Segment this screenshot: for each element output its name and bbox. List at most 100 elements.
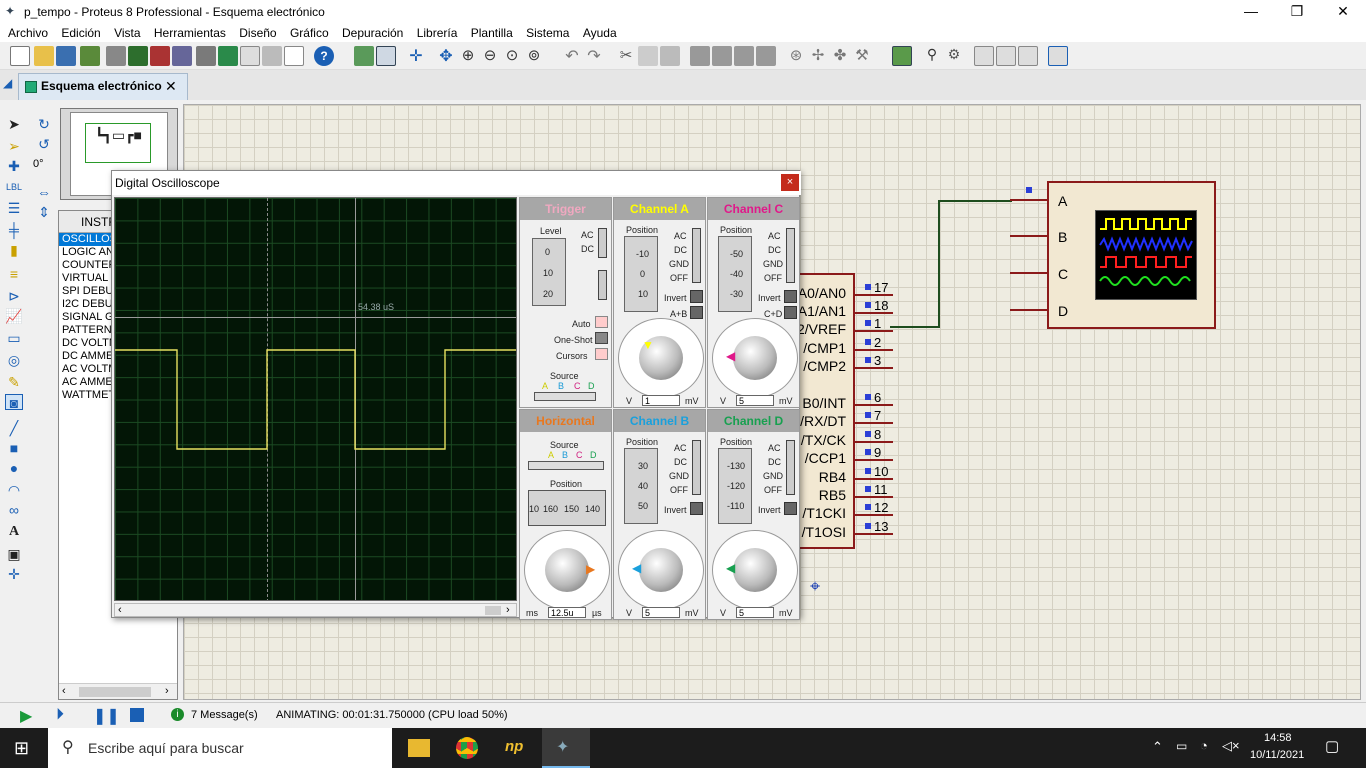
menu-sistema[interactable]: Sistema	[521, 24, 574, 42]
schematic-icon[interactable]	[106, 46, 126, 66]
decompose-icon[interactable]: ⚒	[852, 46, 872, 66]
channel-d-position-slider[interactable]: -130 -120 -110	[718, 448, 752, 524]
proteus-taskbar-icon[interactable]: ✦	[542, 728, 590, 768]
menu-ayuda[interactable]: Ayuda	[578, 24, 622, 42]
new-sheet-icon[interactable]	[974, 46, 994, 66]
close-window-button[interactable]: ✕	[1320, 0, 1366, 24]
block-copy-icon[interactable]	[690, 46, 710, 66]
redo-icon[interactable]: ↷	[584, 46, 604, 66]
minimize-button[interactable]: —	[1228, 0, 1274, 24]
invert-button[interactable]	[690, 502, 703, 515]
channel-c-position-slider[interactable]: -50 -40 -30	[718, 236, 752, 312]
new-file-icon[interactable]	[10, 46, 30, 66]
file-explorer-icon[interactable]	[408, 739, 430, 757]
volume-icon[interactable]: ◁×	[1222, 738, 1240, 754]
oscilloscope-component[interactable]	[1047, 181, 1216, 329]
channel-d-value[interactable]: 5	[736, 607, 774, 618]
clock-time[interactable]: 14:58	[1264, 732, 1292, 744]
3d-icon[interactable]	[172, 46, 192, 66]
source-slider[interactable]	[534, 392, 596, 401]
undo-icon[interactable]: ↶	[562, 46, 582, 66]
scroll-right-icon[interactable]: ›	[506, 604, 510, 616]
help-icon[interactable]: ?	[314, 46, 334, 66]
make-device-icon[interactable]: ✢	[808, 46, 828, 66]
pcb-icon[interactable]	[128, 46, 148, 66]
menu-vista[interactable]: Vista	[109, 24, 145, 42]
exit-parent-icon[interactable]	[1018, 46, 1038, 66]
channel-c-coupling-toggle[interactable]	[786, 228, 795, 283]
chevron-up-icon[interactable]: ⌃	[1152, 739, 1163, 755]
invert-button[interactable]	[784, 502, 797, 515]
rotate-ccw-icon[interactable]: ↺	[35, 136, 53, 152]
block-move-icon[interactable]	[712, 46, 732, 66]
channel-d-knob[interactable]	[733, 548, 777, 592]
symbol-icon[interactable]: ▣	[5, 546, 23, 562]
oneshot-button[interactable]	[595, 332, 608, 344]
open-folder-icon[interactable]	[34, 46, 54, 66]
document-icon[interactable]	[284, 46, 304, 66]
marker-icon[interactable]: ✛	[5, 566, 23, 582]
subcircuit-icon[interactable]: ▮	[5, 242, 23, 258]
messages-count[interactable]: 7 Message(s)	[191, 709, 258, 721]
menu-archivo[interactable]: Archivo	[3, 24, 53, 42]
scroll-thumb[interactable]	[485, 606, 501, 615]
probe-icon[interactable]: ✎	[5, 374, 23, 390]
channel-b-value[interactable]: 5	[642, 607, 680, 618]
channel-b-knob[interactable]	[639, 548, 683, 592]
zoom-out-icon[interactable]: ⊖	[480, 46, 500, 66]
import-icon[interactable]	[80, 46, 100, 66]
sum-button[interactable]	[784, 306, 797, 319]
grid-icon[interactable]	[376, 46, 396, 66]
scroll-left-icon[interactable]: ‹	[62, 685, 66, 697]
remove-sheet-icon[interactable]	[996, 46, 1016, 66]
menu-diseno[interactable]: Diseño	[234, 24, 281, 42]
pick-device-icon[interactable]: ⊛	[786, 46, 806, 66]
property-tool-icon[interactable]: ⚙	[944, 46, 964, 66]
battery-icon[interactable]: ▭	[1176, 739, 1187, 753]
restore-button[interactable]: ❐	[1274, 0, 1320, 24]
menu-edicion[interactable]: Edición	[56, 24, 105, 42]
dollar-icon[interactable]	[240, 46, 260, 66]
scroll-right-icon[interactable]: ›	[165, 685, 169, 697]
sum-button[interactable]	[690, 306, 703, 319]
channel-a-coupling-toggle[interactable]	[692, 228, 701, 283]
clock-date[interactable]: 10/11/2021	[1250, 749, 1304, 761]
junction-mode-icon[interactable]: ✚	[5, 158, 23, 174]
selection-mode-icon[interactable]: ➤	[5, 116, 23, 132]
scope-pin-wire[interactable]	[1010, 235, 1048, 237]
pause-icon[interactable]: ❚❚	[93, 706, 120, 726]
cursors-button[interactable]	[595, 348, 608, 360]
timebase-knob[interactable]	[545, 548, 589, 592]
oscilloscope-close-button[interactable]: ×	[781, 174, 799, 191]
invert-button[interactable]	[690, 290, 703, 303]
scroll-left-icon[interactable]: ‹	[118, 604, 122, 616]
wire-autorouter-icon[interactable]	[892, 46, 912, 66]
wire[interactable]	[938, 200, 940, 328]
menu-plantilla[interactable]: Plantilla	[466, 24, 518, 42]
horizontal-position-slider[interactable]: 10 160 150 140	[528, 490, 606, 526]
search-tag-icon[interactable]: ⚲	[922, 46, 942, 66]
gerber-icon[interactable]	[150, 46, 170, 66]
zoom-area-icon[interactable]: ⊚	[524, 46, 544, 66]
wire[interactable]	[938, 200, 1012, 202]
rotate-cw-icon[interactable]: ↻	[35, 116, 53, 132]
pan-icon[interactable]: ✥	[436, 46, 456, 66]
zoom-in-icon[interactable]: ⊕	[458, 46, 478, 66]
trigger-coupling-toggle[interactable]	[598, 228, 607, 258]
step-icon[interactable]: ⏵	[56, 706, 64, 724]
auto-button[interactable]	[595, 316, 608, 328]
taskbar-search[interactable]: ⚲ Escribe aquí para buscar	[48, 728, 392, 768]
scope-hscroll[interactable]: ‹ ›	[114, 603, 517, 617]
menu-herramientas[interactable]: Herramientas	[149, 24, 231, 42]
play-icon[interactable]: ▶	[20, 706, 32, 726]
paste-icon[interactable]	[660, 46, 680, 66]
rotation-angle[interactable]: 0°	[33, 158, 44, 170]
scope-pin-wire[interactable]	[1010, 272, 1048, 274]
label-mode-icon[interactable]: LBL	[5, 179, 23, 195]
terminals-icon[interactable]: ≡	[5, 266, 23, 282]
channel-b-coupling-toggle[interactable]	[692, 440, 701, 495]
package-tool-icon[interactable]: ✤	[830, 46, 850, 66]
copy-icon[interactable]	[638, 46, 658, 66]
netlist-icon[interactable]	[1048, 46, 1068, 66]
channel-d-coupling-toggle[interactable]	[786, 440, 795, 495]
